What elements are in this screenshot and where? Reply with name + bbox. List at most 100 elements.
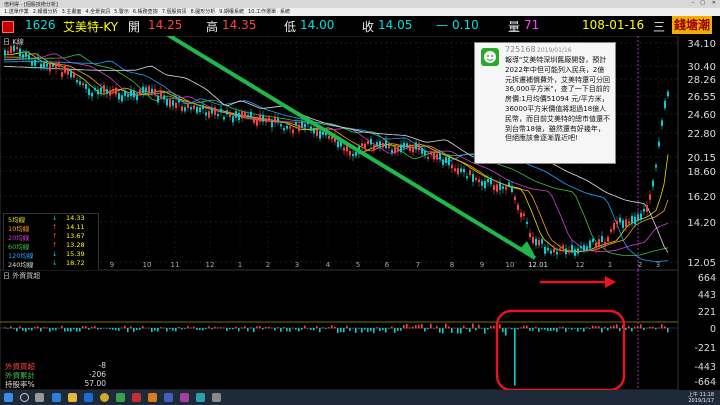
candle-body (532, 236, 534, 244)
foreign-bar (241, 327, 243, 329)
candle-body (247, 114, 249, 117)
candle-body (628, 221, 630, 224)
candle-body (166, 99, 168, 106)
search-icon[interactable] (20, 393, 29, 402)
app-icon-1[interactable] (116, 393, 125, 402)
menu-item-2[interactable]: 3.主畫面 (62, 8, 82, 15)
candle-body (406, 143, 408, 147)
tray-clock-date[interactable]: 2019/1/17 (688, 398, 714, 404)
foreign-bar (220, 327, 222, 329)
candle-body (37, 56, 39, 60)
menu-icon[interactable]: 三 (653, 18, 665, 35)
candle-body (574, 249, 576, 256)
note-date: 2019/01/16 (537, 47, 572, 54)
foreign-bar (559, 327, 561, 329)
foreign-bar (652, 326, 654, 329)
candle-body (286, 125, 288, 129)
note-popup[interactable]: 725168 2019/01/16 報導"艾美特深圳舊廠開發，預計2022年中但… (474, 42, 616, 164)
foreign-bar (91, 326, 93, 329)
candle-body (352, 154, 354, 157)
foreign-bar (43, 327, 45, 329)
foreign-bar (436, 326, 438, 329)
foreign-bar (280, 328, 282, 332)
foreign-bar (529, 328, 531, 331)
foreign-bar (58, 327, 60, 329)
start-icon[interactable] (4, 393, 13, 402)
ie-icon[interactable] (52, 393, 61, 402)
candle-body (523, 213, 525, 216)
foreign-bar (580, 328, 582, 330)
low-label: 低 (284, 20, 297, 34)
ma-arrow: ↓ (52, 214, 58, 222)
ma-label: 240均線 (8, 261, 34, 269)
chrome-icon[interactable] (100, 393, 109, 402)
edge-icon[interactable] (84, 393, 93, 402)
candle-body (370, 138, 372, 145)
window-icon[interactable] (2, 21, 14, 33)
menu-item-0[interactable]: 1.送單作業 (4, 8, 29, 15)
foreign-bar (598, 326, 600, 329)
candle-body (490, 177, 492, 185)
candle-body (10, 46, 12, 53)
foreign-tick: -443 (694, 362, 716, 373)
foreign-bar (499, 324, 501, 329)
time-tick: 8 (450, 261, 454, 269)
candle-body (631, 215, 633, 224)
candle-body (499, 181, 501, 190)
candle-body (142, 86, 144, 93)
foreign-bar (358, 328, 360, 329)
time-tick: 3 (295, 261, 299, 269)
app-icon-3[interactable] (148, 393, 157, 402)
candle-body (469, 170, 471, 176)
ma-arrow: ↓ (52, 250, 58, 258)
close-icon[interactable]: ✕ (712, 0, 716, 6)
menu-item-6[interactable]: 7.個股資訊 (162, 8, 187, 15)
folder-icon[interactable] (68, 393, 77, 402)
foreign-bar (139, 328, 141, 330)
price-tick: 12.05 (687, 258, 716, 269)
app-icon-2[interactable] (132, 393, 141, 402)
candle-body (658, 141, 660, 147)
foreign-bar (595, 326, 597, 329)
menu-item-5[interactable]: 6.帳務查詢 (133, 8, 158, 15)
foreign-bar (70, 328, 72, 332)
foreign-chart[interactable]: 664 443 221 0 -221 -443 -664 (0, 270, 720, 390)
tray-clock-time[interactable]: 上午 11:18 (688, 391, 714, 398)
candle-body (592, 238, 594, 242)
foreign-bar (262, 328, 264, 330)
candle-body (376, 142, 378, 145)
change-symbol: — (436, 18, 448, 32)
time-tick: 10 (506, 261, 515, 269)
app-icon-4[interactable] (164, 393, 173, 402)
candle-body (223, 116, 225, 120)
ma-row: 120均線 ↓ 15.39 (4, 250, 98, 260)
foreign-bar (148, 327, 150, 329)
menu-item-7[interactable]: 8.圖形分析 (190, 8, 215, 15)
foreign-bar (430, 323, 432, 329)
maximize-icon[interactable]: □ (700, 0, 705, 6)
foreign-bar (238, 328, 240, 332)
candle-body (100, 87, 102, 93)
taskview-icon[interactable] (35, 393, 44, 402)
foreign-bar (25, 328, 27, 332)
open-price: 14.25 (148, 18, 183, 32)
app-icon-5[interactable] (180, 393, 189, 402)
menu-item-1[interactable]: 2.報價分析 (33, 8, 58, 15)
candle-body (451, 164, 453, 169)
minimize-icon[interactable]: – (692, 0, 695, 6)
candle-body (250, 111, 252, 117)
foreign-bar (427, 328, 429, 330)
time-tick: 6 (385, 261, 390, 269)
foreign-row: 外資累計 -206 (3, 370, 108, 380)
menu-item-10[interactable]: 系統 (280, 8, 290, 15)
menu-item-8[interactable]: 9.期權系統 (219, 8, 244, 15)
foreign-bar (193, 326, 195, 329)
menu-item-9[interactable]: 10.工作選單 (248, 8, 276, 15)
foreign-bar (481, 328, 483, 329)
candle-body (400, 144, 402, 153)
app-icon-7[interactable] (212, 393, 221, 402)
candle-body (133, 90, 135, 98)
menu-item-3[interactable]: 4.全景資訊 (85, 8, 110, 15)
app-icon-6[interactable] (196, 393, 205, 402)
menu-item-4[interactable]: 5.警示 (114, 8, 129, 15)
